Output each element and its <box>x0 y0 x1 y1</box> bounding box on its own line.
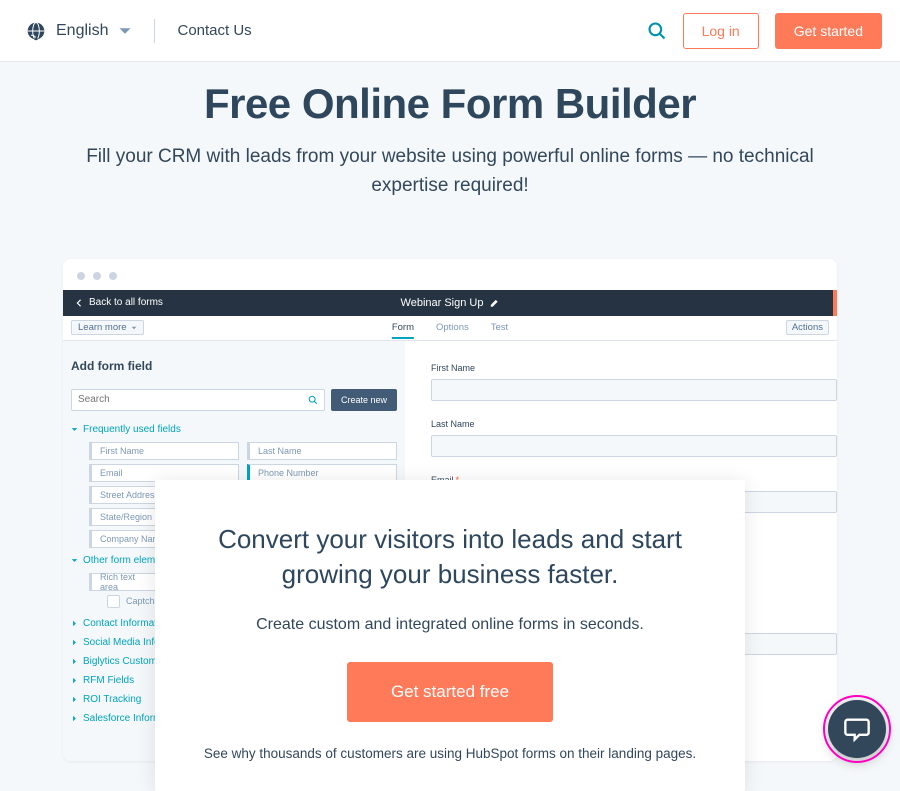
chevron-right-icon <box>71 677 78 684</box>
accent-edge <box>833 290 837 316</box>
back-to-forms-link[interactable]: Back to all forms <box>75 297 163 308</box>
chevron-right-icon <box>71 696 78 703</box>
preview-input-first-name[interactable] <box>431 379 837 401</box>
field-label: Last Name <box>431 419 837 429</box>
category-label: ROI Tracking <box>83 694 141 705</box>
language-label: English <box>56 22 108 40</box>
tab-test[interactable]: Test <box>491 322 508 333</box>
chevron-down-icon <box>71 557 78 564</box>
chevron-right-icon <box>71 658 78 665</box>
window-dot <box>77 272 85 280</box>
top-nav-right: Log in Get started <box>647 13 882 49</box>
window-controls <box>63 259 837 290</box>
cta-overlay: Convert your visitors into leads and sta… <box>155 480 745 791</box>
captcha-checkbox[interactable] <box>107 595 120 608</box>
edit-icon <box>489 298 499 308</box>
category-label: RFM Fields <box>83 675 134 686</box>
overlay-title: Convert your visitors into leads and sta… <box>195 522 705 592</box>
field-tile-last-name[interactable]: Last Name <box>247 442 397 460</box>
chevron-down-icon <box>71 426 78 433</box>
chat-icon <box>843 715 871 743</box>
app-toolbar: Learn more Form Options Test Actions <box>63 316 837 341</box>
field-label: First Name <box>431 363 837 373</box>
field-tile-rich-text[interactable]: Rich text area <box>89 573 161 591</box>
overlay-footer: See why thousands of customers are using… <box>195 746 705 761</box>
chevron-down-icon <box>118 24 132 38</box>
preview-field-first-name: First Name <box>431 363 837 401</box>
search-icon[interactable] <box>647 21 667 41</box>
field-tile-first-name[interactable]: First Name <box>89 442 239 460</box>
back-label: Back to all forms <box>89 297 163 308</box>
category-label: Biglytics Custom <box>83 656 157 667</box>
login-button[interactable]: Log in <box>683 13 759 49</box>
top-nav: English Contact Us Log in Get started <box>0 0 900 62</box>
search-input[interactable] <box>78 394 302 405</box>
chevron-right-icon <box>71 620 78 627</box>
form-title[interactable]: Webinar Sign Up <box>401 297 500 309</box>
contact-us-link[interactable]: Contact Us <box>177 22 251 39</box>
learn-more-button[interactable]: Learn more <box>71 320 144 335</box>
window-dot <box>109 272 117 280</box>
editor-tabs: Form Options Test <box>392 322 508 333</box>
chat-launcher[interactable] <box>828 700 886 758</box>
panel-title: Add form field <box>71 359 397 373</box>
actions-button[interactable]: Actions <box>786 320 829 335</box>
language-selector[interactable]: English <box>26 21 132 41</box>
chevron-down-icon <box>131 325 137 331</box>
field-search-input[interactable] <box>71 389 325 411</box>
hero: Free Online Form Builder Fill your CRM w… <box>0 62 900 201</box>
globe-icon <box>26 21 46 41</box>
hero-title: Free Online Form Builder <box>60 80 840 128</box>
chevron-right-icon <box>71 715 78 722</box>
search-row: Create new <box>71 389 397 411</box>
preview-field-last-name: Last Name <box>431 419 837 457</box>
divider <box>154 19 155 43</box>
hero-subtitle: Fill your CRM with leads from your websi… <box>60 142 840 201</box>
create-new-button[interactable]: Create new <box>331 389 397 411</box>
get-started-free-button[interactable]: Get started free <box>347 662 553 722</box>
tab-form[interactable]: Form <box>392 322 414 339</box>
category-frequently-used[interactable]: Frequently used fields <box>71 421 397 438</box>
window-dot <box>93 272 101 280</box>
overlay-subtitle: Create custom and integrated online form… <box>195 616 705 634</box>
tab-options[interactable]: Options <box>436 322 469 333</box>
form-title-text: Webinar Sign Up <box>401 297 484 309</box>
category-label: Frequently used fields <box>83 424 181 435</box>
learn-more-label: Learn more <box>78 322 127 333</box>
chevron-right-icon <box>71 639 78 646</box>
get-started-button[interactable]: Get started <box>775 13 882 49</box>
top-nav-left: English Contact Us <box>26 19 252 43</box>
search-icon <box>308 395 318 405</box>
preview-input-last-name[interactable] <box>431 435 837 457</box>
app-header: Back to all forms Webinar Sign Up <box>63 290 837 316</box>
